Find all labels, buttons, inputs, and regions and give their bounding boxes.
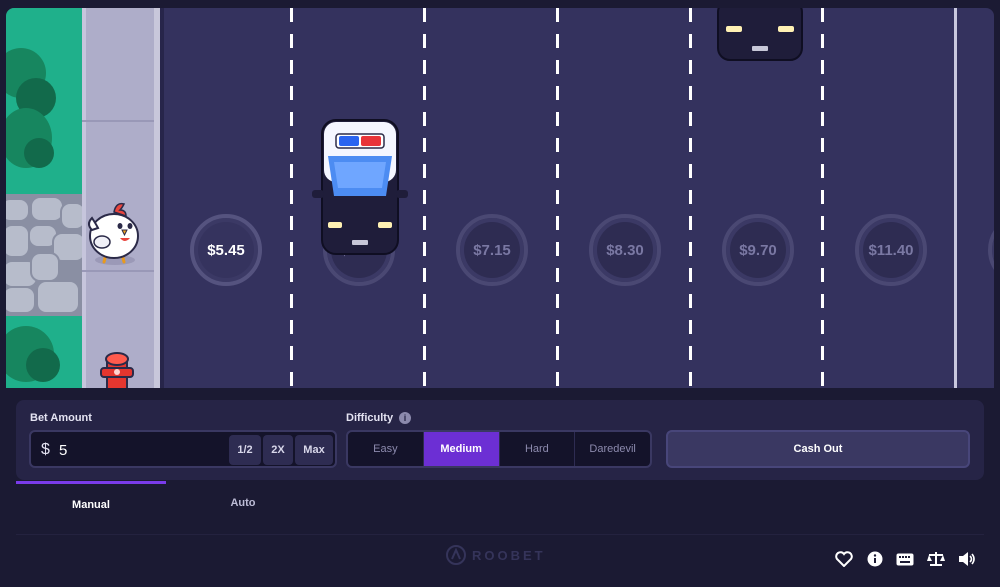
difficulty-medium[interactable]: Medium: [423, 432, 500, 466]
bush: [26, 348, 60, 382]
sidewalk: [82, 8, 156, 388]
tab-auto[interactable]: Auto: [168, 481, 318, 525]
stone-wall: [6, 194, 86, 316]
stone: [36, 280, 80, 314]
max-bet-button[interactable]: Max: [295, 435, 333, 465]
multiplier-manhole[interactable]: [988, 214, 994, 286]
bet-amount-input[interactable]: [59, 442, 219, 459]
sidewalk-seam: [82, 120, 156, 122]
difficulty-daredevil[interactable]: Daredevil: [575, 432, 650, 466]
heart-icon[interactable]: [834, 549, 854, 569]
curb-edge: [160, 8, 164, 388]
difficulty-selector: Easy Medium Hard Daredevil: [346, 430, 652, 468]
stone: [6, 198, 30, 222]
multiplier-value: $8.30: [606, 241, 644, 259]
lane-divider: [954, 8, 957, 388]
difficulty-label: Difficulty i: [346, 412, 412, 424]
currency-symbol: $: [41, 441, 50, 458]
chicken-player: [88, 202, 139, 265]
fairness-scale-icon[interactable]: [926, 549, 946, 569]
fire-hydrant: [100, 352, 134, 388]
multiplier-value: $9.70: [739, 241, 777, 259]
game-board: $5.45 $6.25 $7.15 $8.30 $9.70 $11.40: [6, 8, 994, 388]
sound-icon[interactable]: [957, 549, 977, 569]
multiplier-manhole[interactable]: $5.45: [190, 214, 262, 286]
multiplier-manhole[interactable]: $9.70: [722, 214, 794, 286]
stone: [30, 252, 60, 282]
lane-divider: [821, 8, 824, 388]
multiplier-manhole[interactable]: $7.15: [456, 214, 528, 286]
stone: [6, 286, 36, 314]
multiplier-manhole[interactable]: $8.30: [589, 214, 661, 286]
multiplier-value: $7.15: [473, 241, 511, 259]
lane-divider: [423, 8, 426, 388]
bush: [24, 138, 54, 168]
multiplier-value: $11.40: [868, 241, 914, 259]
stone: [30, 196, 64, 222]
footer-divider: [16, 534, 984, 535]
lane-divider: [689, 8, 692, 388]
lane-divider: [290, 8, 293, 388]
control-panel: Bet Amount $ 1/2 2X Max Difficulty i Eas…: [16, 400, 984, 480]
bet-amount-label: Bet Amount: [30, 412, 92, 424]
cash-out-button[interactable]: Cash Out: [666, 430, 970, 468]
half-bet-button[interactable]: 1/2: [229, 435, 261, 465]
stone: [6, 224, 30, 258]
brand-name: ROOBET: [472, 547, 546, 563]
keyboard-icon[interactable]: [895, 549, 915, 569]
brand-logo: ROOBET: [446, 545, 546, 565]
difficulty-hard[interactable]: Hard: [500, 432, 576, 466]
info-icon[interactable]: i: [399, 412, 412, 424]
info-icon[interactable]: [865, 549, 885, 569]
traffic-car: [717, 8, 803, 61]
difficulty-easy[interactable]: Easy: [348, 432, 424, 466]
multiplier-manhole[interactable]: $11.40: [855, 214, 927, 286]
game-frame: $5.45 $6.25 $7.15 $8.30 $9.70 $11.40: [0, 0, 1000, 587]
bet-amount-field[interactable]: $ 1/2 2X Max: [29, 430, 337, 468]
tab-manual[interactable]: Manual: [16, 481, 166, 525]
double-bet-button[interactable]: 2X: [263, 435, 293, 465]
multiplier-value: $5.45: [207, 241, 245, 259]
difficulty-label-text: Difficulty: [346, 412, 394, 424]
mode-tabs: Manual Auto: [16, 481, 984, 525]
police-car: [312, 119, 408, 255]
lane-divider: [556, 8, 559, 388]
sidewalk-seam: [82, 270, 156, 272]
roobet-logo-icon: [446, 545, 466, 565]
